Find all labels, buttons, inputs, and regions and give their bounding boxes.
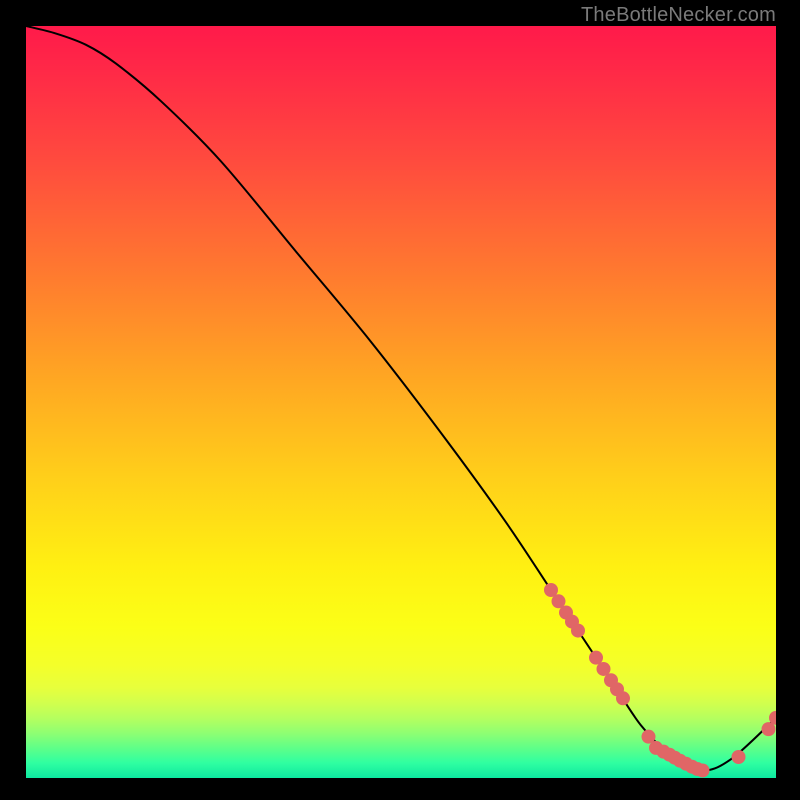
watermark-text: TheBottleNecker.com <box>581 4 776 27</box>
curve-line <box>26 26 776 771</box>
marker-group <box>544 583 776 777</box>
data-marker <box>732 750 746 764</box>
plot-area <box>26 26 776 778</box>
data-marker <box>696 763 710 777</box>
data-marker <box>571 624 585 638</box>
data-marker <box>616 691 630 705</box>
chart-stage: TheBottleNecker.com <box>0 0 800 800</box>
chart-svg <box>26 26 776 778</box>
